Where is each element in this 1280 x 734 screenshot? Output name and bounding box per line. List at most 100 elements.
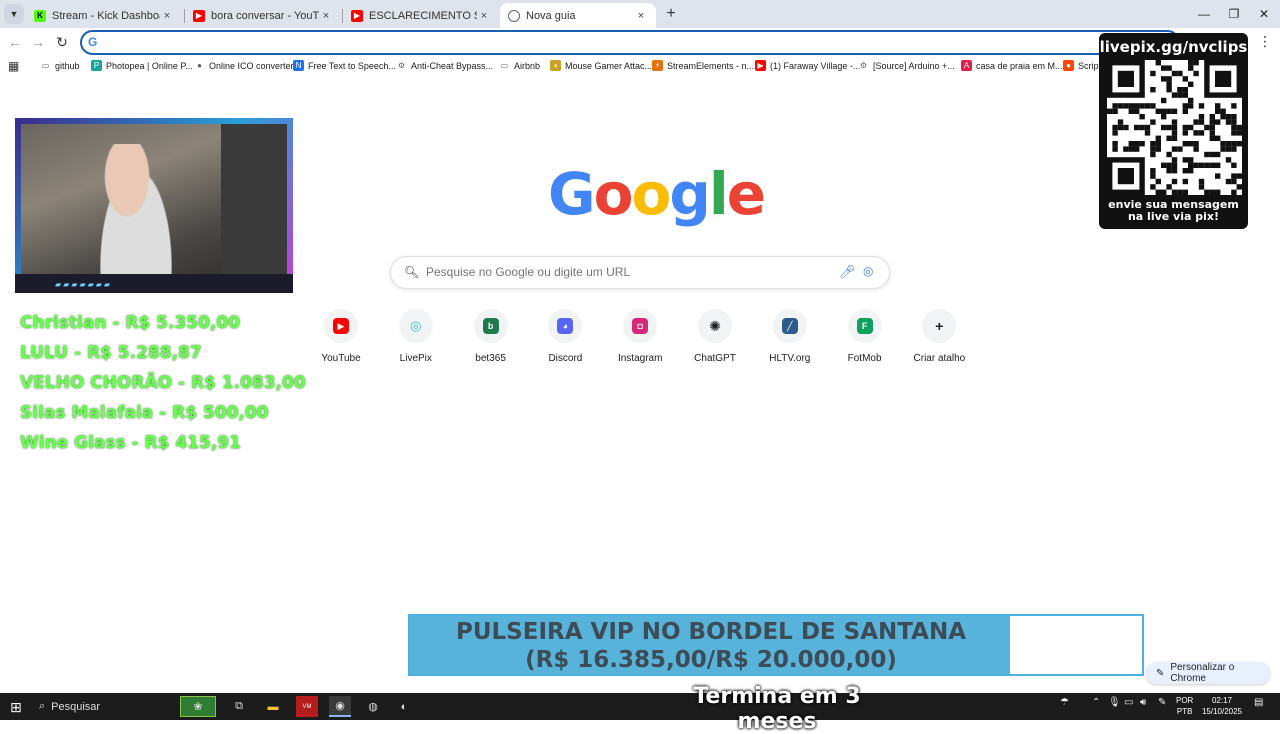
shortcut-icon-bg: ◎ xyxy=(398,309,433,343)
windows-start-icon[interactable]: ⊞ xyxy=(10,699,22,716)
shortcut-label: Discord xyxy=(548,353,583,364)
bookmark-item[interactable]: ▭ Airbnb xyxy=(499,60,540,71)
qr-cell xyxy=(1220,114,1226,120)
qr-cell xyxy=(1215,173,1221,179)
close-icon[interactable]: × xyxy=(319,10,333,22)
qr-cell xyxy=(1188,65,1194,71)
webcam-streamer xyxy=(91,144,181,274)
livepix-cta: envie sua mensagem na live via pix! xyxy=(1108,198,1239,223)
goal-text: PULSEIRA VIP NO BORDEL DE SANTANA (R$ 16… xyxy=(410,618,1142,674)
voicemeeter-icon[interactable]: VM xyxy=(296,696,318,717)
qr-cell xyxy=(1236,184,1242,190)
chrome-menu-icon[interactable]: ⋮ xyxy=(1258,33,1272,51)
qr-cell xyxy=(1134,141,1140,147)
close-icon[interactable]: × xyxy=(477,10,491,22)
bookmark-item[interactable]: ◖ Mouse Gamer Attac... xyxy=(550,60,652,71)
qr-cell xyxy=(1139,141,1145,147)
qr-cell xyxy=(1182,189,1188,195)
qr-cell xyxy=(1150,168,1156,174)
google-lens-icon[interactable]: ◎ xyxy=(863,264,873,278)
qr-cell xyxy=(1171,189,1178,195)
bookmark-item[interactable]: ⚙ [Source] Arduino +... xyxy=(858,60,955,71)
pen-icon[interactable]: ✎ xyxy=(1158,697,1166,708)
network-icon[interactable]: ▭ xyxy=(1124,697,1133,708)
tab-nova-guia[interactable]: Nova guia × xyxy=(500,3,656,28)
shortcut-tile[interactable]: ✺ ChatGPT xyxy=(678,309,752,364)
shortcut-tile[interactable]: ▶ YouTube xyxy=(304,309,378,364)
taskbar-widget-icon[interactable]: ❀ xyxy=(180,696,216,717)
qr-cell xyxy=(1166,184,1172,190)
qr-cell xyxy=(1112,108,1118,114)
obs-icon[interactable]: ◍ xyxy=(362,696,384,717)
microphone-icon[interactable]: 🎤︎ xyxy=(839,264,856,280)
qr-cell xyxy=(1150,146,1156,152)
bookmark-item[interactable]: ● Online ICO converter xyxy=(194,60,293,71)
chrome-taskbar-icon[interactable]: ◉ xyxy=(329,696,351,717)
qr-cell xyxy=(1188,81,1194,87)
qr-cell xyxy=(1166,124,1172,131)
shortcut-tile[interactable]: ◘ Instagram xyxy=(603,309,677,364)
qr-cell xyxy=(1188,168,1194,174)
address-bar[interactable]: G xyxy=(80,30,1180,55)
windows-taskbar: ⊞ ⌕ Pesquisar ❀ ⧉ ▬ VM ◉ ◍ ◐ ☂ ⌃ 🎙︎ ▭ 🔊︎… xyxy=(0,693,1280,720)
bookmark-item[interactable]: ⚙ Anti-Cheat Bypass... xyxy=(396,60,493,71)
qr-cell xyxy=(1177,189,1183,195)
bookmark-label: Anti-Cheat Bypass... xyxy=(411,60,494,71)
shortcut-tile[interactable]: ◕ Discord xyxy=(528,309,602,364)
tab-kick-dashboard[interactable]: K Stream - Kick Dashboard × xyxy=(26,3,182,28)
task-view-icon[interactable]: ⧉ xyxy=(228,696,250,717)
bookmark-item[interactable]: N Free Text to Speech... xyxy=(293,60,396,71)
minimize-icon[interactable]: — xyxy=(1192,4,1216,24)
tab-title: bora conversar - YouTube xyxy=(211,9,319,22)
forward-icon[interactable]: → xyxy=(29,33,47,51)
bookmark-item[interactable]: Acasa de praia em M... xyxy=(961,60,1063,71)
input-language[interactable]: POR PTB xyxy=(1176,695,1193,717)
reload-icon[interactable]: ↻ xyxy=(53,33,71,51)
qr-cell xyxy=(1128,146,1134,152)
bookmark-item[interactable]: ▶ (1) Faraway Village -... xyxy=(755,60,860,71)
folder-icon: ▭ xyxy=(500,61,509,70)
microphone-icon[interactable]: 🎙︎ xyxy=(1108,697,1121,708)
qr-cell xyxy=(1209,124,1215,131)
tab-search-button[interactable]: ▼ xyxy=(4,4,24,24)
bookmark-item[interactable]: ⚡ StreamElements - n... xyxy=(652,60,754,71)
bookmark-item[interactable]: P Photopea | Online P... xyxy=(91,60,193,71)
livepix-qr-panel: livepix.gg/nvclips envie sua mensagem na… xyxy=(1099,33,1248,229)
bookmark-item[interactable]: ● Script xyxy=(1063,60,1101,71)
taskbar-search[interactable]: ⌕ Pesquisar xyxy=(33,696,173,717)
tab-youtube-bora-conversar[interactable]: ▶ bora conversar - YouTube × xyxy=(185,3,341,28)
search-icon: 🔍︎ xyxy=(404,265,420,279)
shortcut-tile[interactable]: ◎ LivePix xyxy=(379,309,453,364)
close-icon[interactable]: × xyxy=(634,10,648,22)
address-input[interactable] xyxy=(106,34,1006,52)
back-icon[interactable]: ← xyxy=(6,33,24,51)
qr-cell xyxy=(1177,70,1183,77)
restore-icon[interactable]: ❐ xyxy=(1222,4,1246,24)
qr-cell xyxy=(1171,162,1178,168)
qr-cell xyxy=(1128,141,1134,147)
weather-icon[interactable]: ☂ xyxy=(1060,697,1069,708)
notifications-icon[interactable]: ▤ xyxy=(1254,697,1263,708)
new-tab-button[interactable]: + xyxy=(662,5,680,23)
taskbar-clock[interactable]: 02:17 15/10/2025 xyxy=(1198,695,1246,717)
tab-youtube-esclarecimento[interactable]: ▶ ESCLARECIMENTO SOS SOBRE × xyxy=(343,3,499,28)
kick-icon: K xyxy=(34,9,46,22)
apps-grid-icon[interactable]: ▦ xyxy=(8,59,19,73)
customize-chrome-button[interactable]: ✎ Personalizar o Chrome xyxy=(1146,662,1270,684)
shortcut-tile[interactable]: F FotMob xyxy=(828,309,902,364)
google-search-box[interactable]: 🔍︎ 🎤︎ ◎ xyxy=(390,256,890,289)
volume-icon[interactable]: 🔊︎ xyxy=(1140,697,1146,708)
shortcut-tile[interactable]: b bet365 xyxy=(454,309,528,364)
chevron-up-icon[interactable]: ⌃ xyxy=(1092,697,1100,708)
app-icon[interactable]: ◐ xyxy=(393,696,415,717)
google-logo-letter: o xyxy=(593,160,634,228)
qr-cell xyxy=(1177,146,1183,152)
search-input[interactable] xyxy=(426,265,826,279)
bookmark-item[interactable]: ▭ github xyxy=(40,60,80,71)
shortcut-tile[interactable]: ╱ HLTV.org xyxy=(753,309,827,364)
close-window-icon[interactable]: ✕ xyxy=(1252,4,1276,24)
file-explorer-icon[interactable]: ▬ xyxy=(262,696,284,717)
shortcut-tile[interactable]: + Criar atalho xyxy=(902,309,976,364)
qr-cell xyxy=(1171,168,1178,174)
close-icon[interactable]: × xyxy=(160,10,174,22)
